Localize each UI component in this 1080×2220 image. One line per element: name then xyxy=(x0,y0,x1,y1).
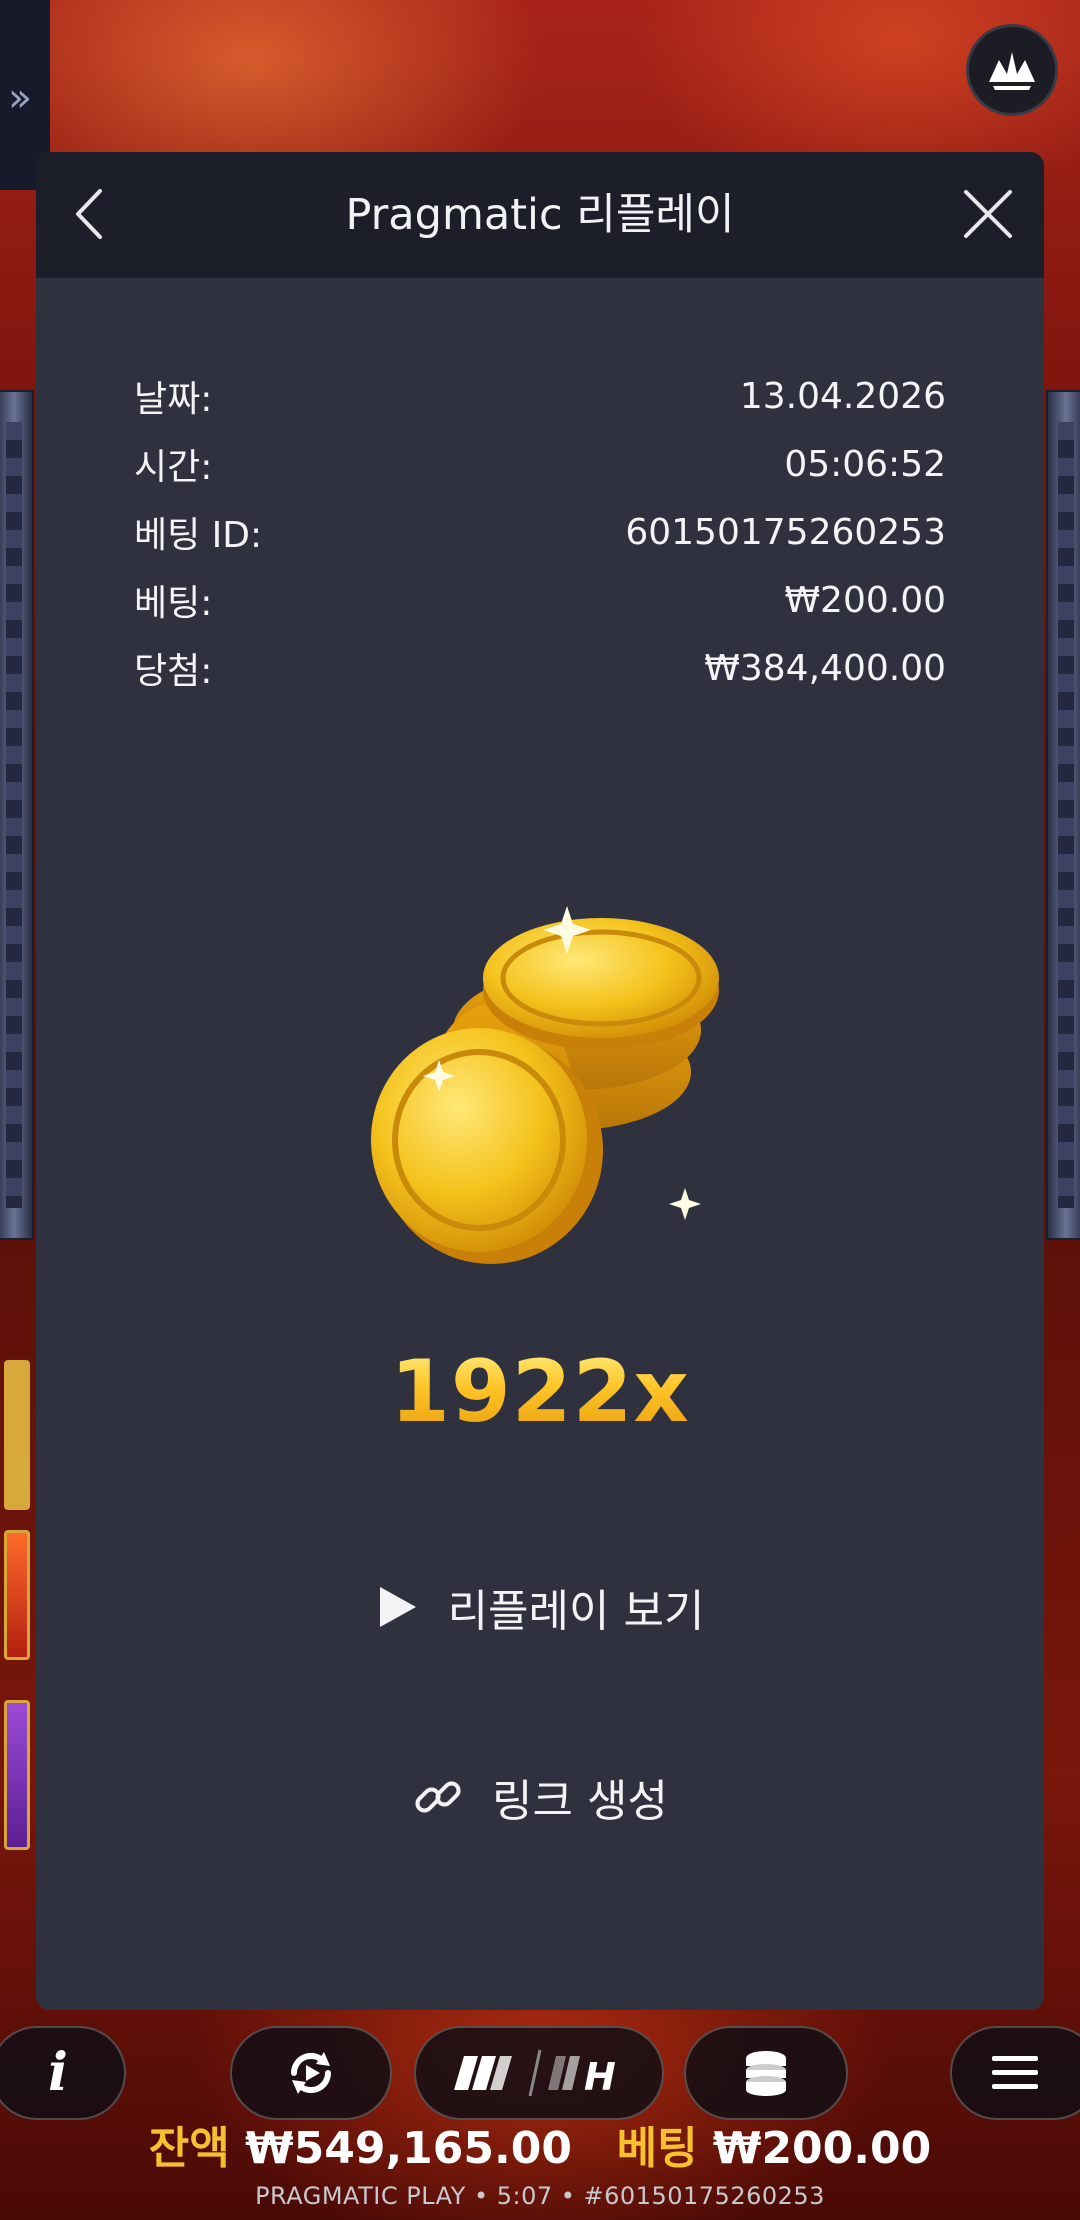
win-multiplier: 1922x xyxy=(36,1342,1044,1442)
left-frame-purple-decoration xyxy=(4,1700,30,1850)
balance-value: ₩549,165.00 xyxy=(245,2123,572,2174)
left-frame-gold-decoration xyxy=(4,1360,30,1510)
detail-row-bet-id: 베팅 ID: 60150175260253 xyxy=(134,498,946,566)
bet-label: 베팅 xyxy=(616,2123,698,2174)
gold-coins-icon xyxy=(371,906,719,1264)
replay-modal: Pragmatic 리플레이 날짜: 13.04.2026 시간: 05:06:… xyxy=(36,152,1044,2010)
bet-amount-button[interactable] xyxy=(684,2026,848,2120)
pragmatic-logo-button[interactable] xyxy=(966,24,1058,116)
coin-stack-icon xyxy=(746,2051,786,2096)
right-pillar-decoration xyxy=(1046,390,1080,1240)
bet-value: ₩200.00 xyxy=(712,2123,932,2174)
modal-header: Pragmatic 리플레이 xyxy=(36,152,1044,278)
detail-row-bet: 베팅: ₩200.00 xyxy=(134,566,946,634)
detail-value: ₩200.00 xyxy=(784,579,946,621)
detail-value: ₩384,400.00 xyxy=(704,647,946,689)
detail-row-win: 당첨: ₩384,400.00 xyxy=(134,634,946,702)
balance-status-line: 잔액 ₩549,165.00 베팅 ₩200.00 xyxy=(0,2118,1080,2180)
detail-row-date: 날짜: 13.04.2026 xyxy=(134,362,946,430)
left-frame-red-decoration xyxy=(4,1530,30,1660)
close-button[interactable] xyxy=(954,180,1022,248)
hamburger-menu-icon xyxy=(992,2056,1038,2089)
watch-replay-label: 리플레이 보기 xyxy=(447,1586,705,1637)
link-icon xyxy=(415,1781,461,1813)
detail-value: 60150175260253 xyxy=(625,511,946,553)
autoplay-button[interactable] xyxy=(230,2026,392,2120)
double-chevron-right-icon: ›› xyxy=(8,75,32,121)
detail-value: 05:06:52 xyxy=(784,443,946,485)
detail-label: 시간: xyxy=(134,447,213,488)
detail-label: 날짜: xyxy=(134,379,213,420)
detail-row-time: 시간: 05:06:52 xyxy=(134,430,946,498)
create-link-button[interactable]: 링크 생성 xyxy=(36,1762,1044,1832)
watch-replay-button[interactable]: 리플레이 보기 xyxy=(36,1572,1044,1642)
detail-label: 베팅: xyxy=(134,583,213,624)
detail-value: 13.04.2026 xyxy=(739,375,946,417)
modal-title: Pragmatic 리플레이 xyxy=(345,190,735,240)
close-icon xyxy=(964,190,1012,238)
play-icon xyxy=(379,1587,416,1627)
turbo-spin-toggle[interactable]: H xyxy=(414,2026,664,2120)
menu-button[interactable] xyxy=(950,2026,1080,2120)
left-pillar-decoration xyxy=(0,390,34,1240)
turbo-hyper-icon: H xyxy=(454,2049,616,2098)
svg-text:H: H xyxy=(584,2055,616,2098)
game-control-bar: i H xyxy=(0,2012,1080,2122)
info-button[interactable]: i xyxy=(0,2026,126,2120)
bet-details-table: 날짜: 13.04.2026 시간: 05:06:52 베팅 ID: 60150… xyxy=(134,362,946,702)
game-footer-info: PRAGMATIC PLAY • 5:07 • #60150175260253 xyxy=(255,2182,825,2210)
detail-label: 베팅 ID: xyxy=(134,515,263,556)
detail-label: 당첨: xyxy=(134,651,213,692)
pragmatic-crown-icon xyxy=(989,52,1035,90)
balance-label: 잔액 xyxy=(148,2123,230,2174)
create-link-label: 링크 생성 xyxy=(492,1776,668,1827)
info-icon: i xyxy=(48,2042,68,2103)
autoplay-icon xyxy=(290,2052,332,2094)
